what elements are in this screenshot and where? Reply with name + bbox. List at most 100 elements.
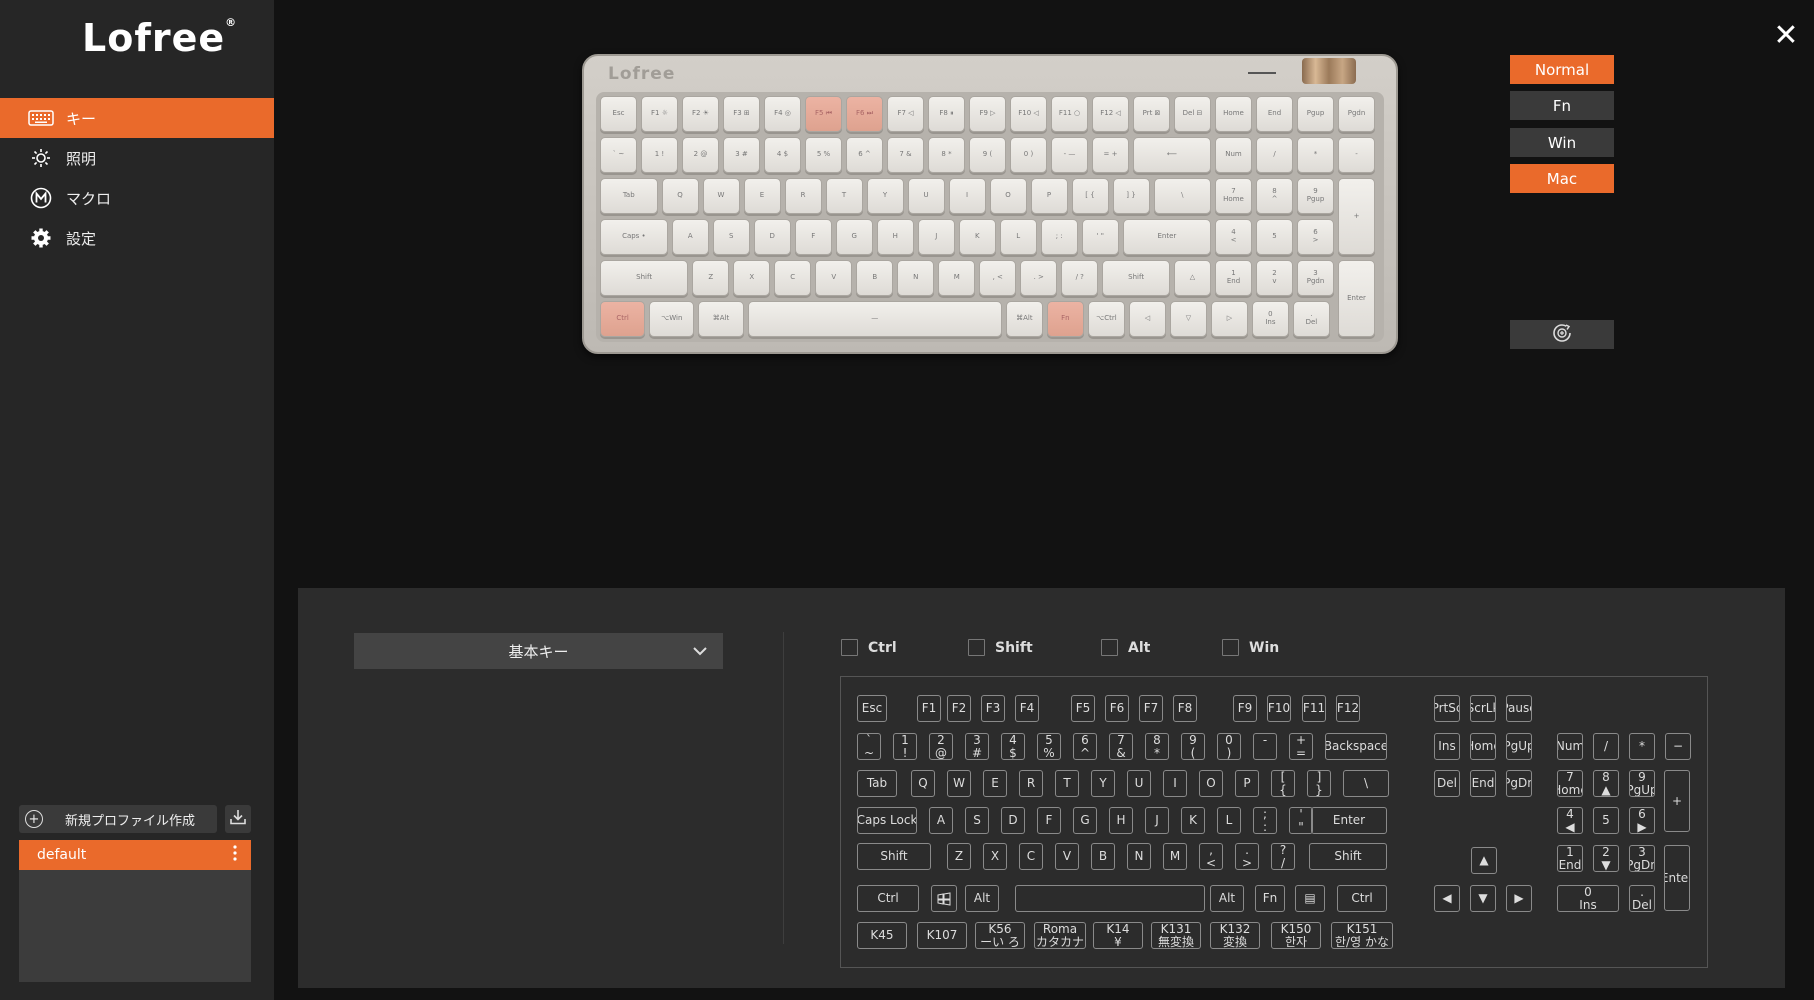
key-f9[interactable]: F9 — [1233, 695, 1257, 722]
preview-key-sym[interactable]: + — [1338, 178, 1375, 255]
preview-key-e[interactable]: E — [743, 178, 781, 214]
preview-key-d[interactable]: D — [753, 219, 791, 255]
preview-key-7-home[interactable]: 7 Home — [1215, 178, 1252, 214]
mode-normal-button[interactable]: Normal — [1510, 55, 1614, 84]
mode-fn-button[interactable]: Fn — [1510, 91, 1614, 120]
key-ctrl[interactable]: Ctrl — [857, 885, 919, 912]
key-end[interactable]: End — [1470, 770, 1496, 797]
preview-key-t[interactable]: T — [825, 178, 863, 214]
preview-key-enter[interactable]: Enter — [1338, 260, 1375, 337]
mode-mac-button[interactable]: Mac — [1510, 164, 1614, 193]
key-k107[interactable]: K107 — [917, 922, 967, 949]
key-sym[interactable]: ;: — [1253, 807, 1277, 834]
preview-key-f3[interactable]: F3 ⊞ — [723, 96, 760, 132]
preview-key-3-pgdn[interactable]: 3 Pgdn — [1297, 260, 1334, 296]
new-profile-button[interactable]: + 新規プロファイル作成 — [19, 805, 217, 833]
preview-key-f11[interactable]: F11 ○ — [1051, 96, 1088, 132]
key-f11[interactable]: F11 — [1302, 695, 1326, 722]
key-esc[interactable]: Esc — [857, 695, 887, 722]
key-home[interactable]: Home — [1470, 733, 1496, 760]
preview-key-8[interactable]: 8 * — [928, 137, 965, 173]
preview-key-g[interactable]: G — [835, 219, 873, 255]
preview-key-l[interactable]: L — [999, 219, 1037, 255]
key-sym[interactable]: ▤ — [1295, 885, 1325, 912]
key-caps-lock[interactable]: Caps Lock — [857, 807, 917, 834]
preview-key-k[interactable]: K — [958, 219, 996, 255]
preview-key-p[interactable]: P — [1030, 178, 1068, 214]
key-7[interactable]: 7 & — [1109, 733, 1133, 760]
key-s[interactable]: S — [965, 807, 989, 834]
key-category-dropdown[interactable]: 基本キー — [354, 633, 723, 669]
key-v[interactable]: V — [1055, 843, 1079, 870]
key-k45[interactable]: K45 — [857, 922, 907, 949]
preview-key-sym[interactable]: * — [1297, 137, 1334, 173]
key-2[interactable]: 2 ▼ — [1593, 845, 1619, 872]
preview-key-9[interactable]: 9 ( — [969, 137, 1006, 173]
checkbox[interactable] — [1222, 639, 1239, 656]
preview-key-0-ins[interactable]: 0 Ins — [1251, 301, 1289, 337]
key-6[interactable]: 6 ▶ — [1629, 807, 1655, 834]
key-f3[interactable]: F3 — [981, 695, 1005, 722]
preview-key-sym[interactable]: [ { — [1071, 178, 1109, 214]
preview-key-sym[interactable]: ▷ — [1210, 301, 1248, 337]
key-i[interactable]: I — [1163, 770, 1187, 797]
key-sym[interactable]: * — [1629, 733, 1655, 760]
numpad-enter-key[interactable]: Enter — [1664, 845, 1690, 911]
preview-key-7[interactable]: 7 & — [887, 137, 924, 173]
key-del[interactable]: . Del — [1629, 885, 1655, 912]
preview-key-del[interactable]: . Del — [1292, 301, 1330, 337]
preview-key-alt[interactable]: ⌘Alt — [698, 301, 744, 337]
key-d[interactable]: D — [1001, 807, 1025, 834]
preview-key-sym[interactable]: ◁ — [1128, 301, 1166, 337]
preview-key-home[interactable]: Home — [1215, 96, 1252, 132]
preview-key-6[interactable]: 6 > — [1297, 219, 1334, 255]
preview-key-v[interactable]: V — [815, 260, 853, 296]
key-p[interactable]: P — [1235, 770, 1259, 797]
numpad-plus-key[interactable]: + — [1664, 770, 1690, 832]
preview-key-f6[interactable]: F6 ⏭ — [846, 96, 883, 132]
key-alt[interactable]: Alt — [1210, 885, 1244, 912]
key-f10[interactable]: F10 — [1267, 695, 1291, 722]
preview-key-f10[interactable]: F10 ◁ — [1010, 96, 1047, 132]
key-k[interactable]: K — [1181, 807, 1205, 834]
preview-key-win[interactable]: ⌥Win — [649, 301, 695, 337]
key-7-home[interactable]: 7Home — [1557, 770, 1583, 797]
key-q[interactable]: Q — [911, 770, 935, 797]
key-shift[interactable]: Shift — [857, 843, 931, 870]
key-sym[interactable]: ]} — [1307, 770, 1331, 797]
preview-key-2[interactable]: 2 @ — [682, 137, 719, 173]
key-f7[interactable]: F7 — [1139, 695, 1163, 722]
key-sym[interactable]: \ — [1343, 770, 1389, 797]
preview-key-del[interactable]: Del ⊟ — [1174, 96, 1211, 132]
key-sym[interactable]: ▶ — [1506, 885, 1532, 912]
key-sym[interactable]: - _ — [1253, 733, 1277, 760]
key-k14[interactable]: K14 ¥ — [1093, 922, 1143, 949]
key-sym[interactable]: ? / — [1271, 843, 1295, 870]
key-sym[interactable]: / — [1593, 733, 1619, 760]
key-sym[interactable]: + = — [1289, 733, 1313, 760]
preview-key-f8[interactable]: F8 ⏸ — [928, 96, 965, 132]
key-f6[interactable]: F6 — [1105, 695, 1129, 722]
key-9[interactable]: 9( — [1181, 733, 1205, 760]
key-f4[interactable]: F4 — [1015, 695, 1039, 722]
preview-key-caps[interactable]: Caps • — [600, 219, 668, 255]
preview-key-sym[interactable]: ` ~ — [600, 137, 637, 173]
preview-key-f12[interactable]: F12 ◁ — [1092, 96, 1129, 132]
preview-key-pgdn[interactable]: Pgdn — [1338, 96, 1375, 132]
key-num[interactable]: Num — [1557, 733, 1583, 760]
preview-key-j[interactable]: J — [917, 219, 955, 255]
key-5[interactable]: 5 — [1593, 807, 1619, 834]
key-a[interactable]: A — [929, 807, 953, 834]
key-r[interactable]: R — [1019, 770, 1043, 797]
key-sym[interactable]: . > — [1235, 843, 1259, 870]
key-y[interactable]: Y — [1091, 770, 1115, 797]
key-4[interactable]: 4 $ — [1001, 733, 1025, 760]
preview-key-shift[interactable]: Shift — [1102, 260, 1170, 296]
preview-key-c[interactable]: C — [774, 260, 812, 296]
key-pgup[interactable]: PgUp — [1506, 733, 1532, 760]
preview-key-f2[interactable]: F2 ☀ — [682, 96, 719, 132]
preview-key-9-pgup[interactable]: 9 Pgup — [1297, 178, 1334, 214]
preview-key-fn[interactable]: Fn — [1046, 301, 1084, 337]
key-roma[interactable]: Roma カタカナ — [1034, 922, 1086, 949]
preview-key-sym[interactable]: - — — [1051, 137, 1088, 173]
